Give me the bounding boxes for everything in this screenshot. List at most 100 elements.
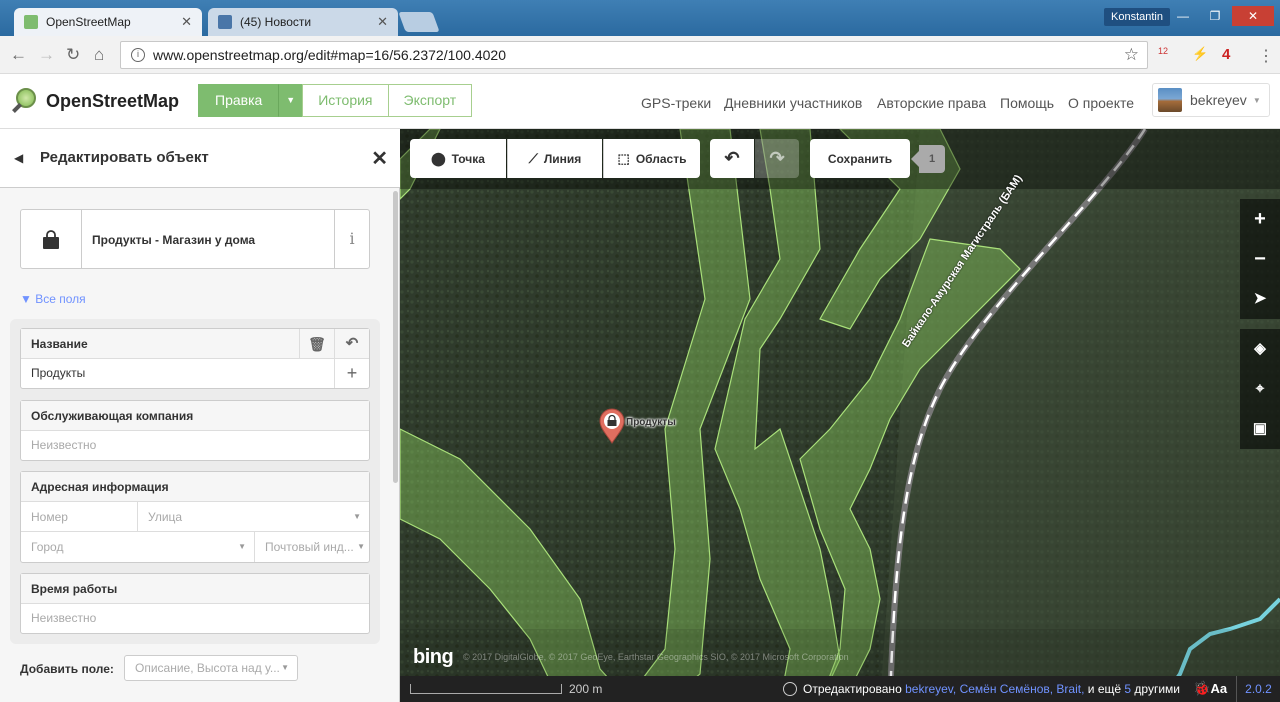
user-menu[interactable]: bekreyev ▼ bbox=[1152, 83, 1270, 117]
tab-label: OpenStreetMap bbox=[46, 15, 131, 29]
zoom-out-button[interactable]: − bbox=[1240, 239, 1280, 279]
zoom-controls: + − ➤ bbox=[1240, 199, 1280, 319]
housenumber-input[interactable]: Номер bbox=[21, 502, 137, 531]
add-field-combo[interactable]: Описание, Высота над у... ▼ bbox=[124, 655, 298, 681]
chevron-down-icon: ▼ bbox=[353, 512, 361, 521]
restore-icon[interactable]: ❐ bbox=[1200, 6, 1230, 26]
back-triangle-icon[interactable]: ◀ bbox=[14, 151, 23, 165]
undo-icon[interactable]: ↶ bbox=[334, 329, 369, 358]
scale-bar[interactable] bbox=[410, 684, 562, 694]
nav-gps-traces[interactable]: GPS-треки bbox=[641, 95, 711, 111]
edit-button[interactable]: Правка bbox=[198, 84, 280, 117]
field-name-label: Название 🗑 ↶ bbox=[21, 329, 369, 359]
report-bug-icon[interactable]: 🐞Aa bbox=[1193, 680, 1227, 697]
changes-count-badge: 1 bbox=[911, 145, 945, 173]
username: bekreyev bbox=[1190, 92, 1247, 108]
street-input[interactable]: Улица ▼ bbox=[137, 502, 369, 531]
edit-dropdown-icon[interactable]: ▼ bbox=[278, 84, 304, 117]
home-icon[interactable]: ⌂ bbox=[94, 45, 104, 65]
extension-counter[interactable]: 4 bbox=[1222, 46, 1230, 63]
sidebar-scrollbar[interactable] bbox=[393, 191, 398, 483]
book-icon: ▣ bbox=[1252, 420, 1268, 437]
street-placeholder: Улица bbox=[148, 510, 183, 524]
background-layers-button[interactable]: ◈ bbox=[1240, 329, 1280, 369]
browser-titlebar: OpenStreetMap ✕ (45) Новости ✕ Konstanti… bbox=[0, 0, 1280, 36]
address-bar: ← → ↻ ⌂ i www.openstreetmap.org/edit#map… bbox=[0, 36, 1280, 74]
all-fields-toggle[interactable]: ▼ Все поля bbox=[20, 292, 86, 306]
reload-icon[interactable]: ↻ bbox=[66, 45, 80, 65]
contributor-link[interactable]: Семён Семёнов, bbox=[960, 682, 1054, 696]
window-profile-user[interactable]: Konstantin bbox=[1104, 8, 1170, 26]
inspector-sidebar: ◀ Редактировать объект ✕ Продукты - Мага… bbox=[0, 129, 400, 702]
nav-user-diaries[interactable]: Дневники участников bbox=[724, 95, 862, 111]
add-area-label: Область bbox=[635, 151, 687, 166]
contributor-link[interactable]: bekreyev, bbox=[905, 682, 956, 696]
geolocate-button[interactable]: ➤ bbox=[1240, 279, 1280, 319]
history-button[interactable]: История bbox=[302, 84, 389, 117]
all-fields-label: Все поля bbox=[35, 292, 86, 306]
url-text: www.openstreetmap.org/edit#map=16/56.237… bbox=[153, 47, 506, 63]
preset-info-icon[interactable]: i bbox=[334, 210, 369, 268]
redo-icon: ↷ bbox=[769, 148, 785, 168]
preset-name: Продукты - Магазин у дома bbox=[92, 233, 256, 247]
minimize-icon[interactable]: — bbox=[1168, 6, 1198, 26]
site-info-icon[interactable]: i bbox=[131, 48, 145, 62]
trash-icon[interactable]: 🗑 bbox=[299, 329, 334, 358]
add-line-label: Линия bbox=[543, 151, 582, 166]
forward-arrow-icon[interactable]: → bbox=[38, 45, 55, 65]
city-input[interactable]: Город ▼ bbox=[21, 532, 254, 562]
name-input[interactable]: Продукты + bbox=[21, 359, 369, 388]
edit-tabs: Правка ▼ История Экспорт bbox=[198, 84, 473, 117]
nav-about[interactable]: О проекте bbox=[1068, 95, 1134, 111]
browser-menu-icon[interactable]: ⋮ bbox=[1258, 46, 1274, 66]
more-contributors-link[interactable]: 5 bbox=[1124, 682, 1131, 696]
nav-help[interactable]: Помощь bbox=[1000, 95, 1054, 111]
osm-logo[interactable]: OpenStreetMap bbox=[12, 87, 179, 115]
back-arrow-icon[interactable]: ← bbox=[10, 45, 27, 65]
url-input[interactable]: i www.openstreetmap.org/edit#map=16/56.2… bbox=[120, 41, 1148, 69]
close-icon[interactable]: ✕ bbox=[371, 146, 388, 171]
map-canvas[interactable] bbox=[400, 129, 1280, 702]
chevron-down-icon: ▼ bbox=[1252, 95, 1261, 105]
bookmark-star-icon[interactable]: ☆ bbox=[1124, 45, 1139, 65]
add-area-button[interactable]: ⬚ Область bbox=[603, 139, 700, 178]
close-tab-icon[interactable]: ✕ bbox=[377, 14, 388, 30]
poi-pin-marker[interactable] bbox=[599, 408, 625, 444]
area-icon: ⬚ bbox=[617, 150, 630, 166]
postcode-input[interactable]: Почтовый инд... ▼ bbox=[254, 532, 369, 562]
imagery-attribution[interactable]: © 2017 DigitalGlobe, © 2017 GeoEye, Eart… bbox=[463, 652, 849, 662]
tab-openstreetmap[interactable]: OpenStreetMap ✕ bbox=[14, 8, 202, 36]
contributor-link[interactable]: Brait, bbox=[1056, 682, 1084, 696]
close-tab-icon[interactable]: ✕ bbox=[181, 14, 192, 30]
help-button[interactable]: ▣ bbox=[1240, 409, 1280, 449]
avatar bbox=[1158, 88, 1182, 112]
version-link[interactable]: 2.0.2 bbox=[1236, 676, 1280, 702]
magnifier-logo-icon bbox=[12, 87, 40, 115]
redo-button[interactable]: ↷ bbox=[755, 139, 799, 178]
add-line-button[interactable]: ⟋ Линия bbox=[507, 139, 602, 178]
city-placeholder: Город bbox=[31, 540, 64, 554]
lightning-icon[interactable]: ⚡ bbox=[1192, 46, 1208, 62]
export-button[interactable]: Экспорт bbox=[387, 84, 473, 117]
tab-vk-news[interactable]: (45) Новости ✕ bbox=[208, 8, 398, 36]
save-label: Сохранить bbox=[827, 151, 893, 166]
add-field-placeholder: Описание, Высота над у... bbox=[135, 661, 280, 675]
preset-selector[interactable]: Продукты - Магазин у дома i bbox=[20, 209, 370, 269]
add-point-label: Точка bbox=[451, 151, 485, 166]
zoom-in-button[interactable]: + bbox=[1240, 199, 1280, 239]
map-data-button[interactable]: ⌖ bbox=[1240, 369, 1280, 409]
save-button[interactable]: Сохранить bbox=[810, 139, 910, 178]
operator-input[interactable]: Неизвестно bbox=[21, 431, 369, 460]
line-icon: ⟋ bbox=[528, 150, 538, 166]
add-point-button[interactable]: ⬤ Точка bbox=[410, 139, 506, 178]
poi-label[interactable]: Продукты bbox=[626, 417, 676, 428]
window-close-icon[interactable]: ✕ bbox=[1232, 6, 1274, 26]
field-address-label: Адресная информация bbox=[21, 472, 369, 502]
opening-hours-input[interactable]: Неизвестно bbox=[21, 604, 369, 633]
add-localized-name-icon[interactable]: + bbox=[334, 359, 369, 388]
undo-button[interactable]: ↶ bbox=[710, 139, 754, 178]
new-tab-button[interactable] bbox=[398, 12, 440, 32]
nav-copyright[interactable]: Авторские права bbox=[877, 95, 986, 111]
name-value: Продукты bbox=[31, 366, 86, 380]
extension-badge[interactable]: 12 bbox=[1158, 46, 1168, 56]
